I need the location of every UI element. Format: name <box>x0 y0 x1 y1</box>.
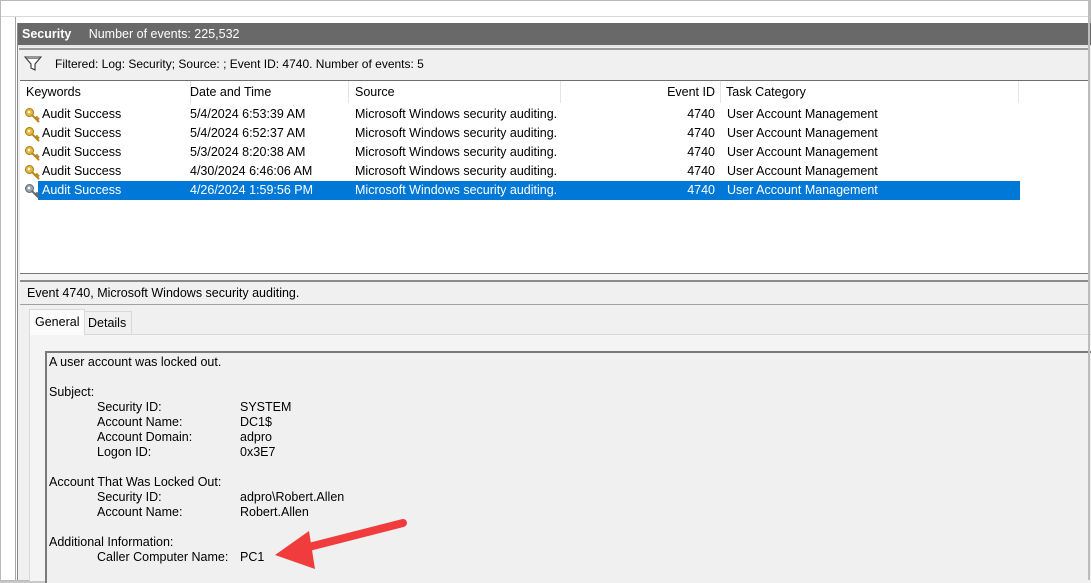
subject-account-name-label: Account Name: <box>97 415 183 429</box>
table-row[interactable]: Audit Success 4/26/2024 1:59:56 PM Micro… <box>20 181 1020 200</box>
cell-task-category: User Account Management <box>727 126 878 140</box>
table-row[interactable]: Audit Success 5/3/2024 8:20:38 AM Micros… <box>20 143 1020 162</box>
locked-account-name-label: Account Name: <box>97 505 183 519</box>
detail-header: Event 4740, Microsoft Windows security a… <box>20 282 1089 305</box>
cell-keywords: Audit Success <box>42 107 122 121</box>
log-title-bar: Security Number of events: 225,532 <box>18 23 1091 47</box>
log-name: Security <box>22 27 72 41</box>
cell-task-category: User Account Management <box>727 107 878 121</box>
key-icon <box>24 164 40 180</box>
cell-keywords: Audit Success <box>42 145 122 159</box>
column-header-date-time[interactable]: Date and Time <box>190 81 349 103</box>
cell-date-time: 4/26/2024 1:59:56 PM <box>190 183 314 197</box>
additional-info-heading: Additional Information: <box>49 535 174 549</box>
column-header-keywords[interactable]: Keywords <box>20 81 191 103</box>
cell-event-id: 4740 <box>687 183 715 197</box>
top-toolbar-strip <box>1 1 1090 17</box>
subject-account-name-value: DC1$ <box>240 415 272 429</box>
caller-computer-name-value: PC1 <box>240 550 265 564</box>
cell-date-time: 4/30/2024 6:46:06 AM <box>190 164 313 178</box>
cell-event-id: 4740 <box>687 145 715 159</box>
table-row[interactable]: Audit Success 4/30/2024 6:46:06 AM Micro… <box>20 162 1020 181</box>
locked-out-heading: Account That Was Locked Out: <box>49 475 222 489</box>
subject-logon-id-label: Logon ID: <box>97 445 152 459</box>
subject-account-domain-label: Account Domain: <box>97 430 193 444</box>
locked-security-id-label: Security ID: <box>97 490 162 504</box>
events-grid[interactable]: Keywords Date and Time Source Event ID T… <box>20 80 1089 275</box>
key-icon <box>24 126 40 142</box>
general-tab-panel: A user account was locked out. Subject: … <box>29 334 1091 583</box>
cell-source: Microsoft Windows security auditing. <box>355 145 558 159</box>
cell-keywords: Audit Success <box>42 183 122 197</box>
column-header-source[interactable]: Source <box>350 81 561 103</box>
table-row[interactable]: Audit Success 5/4/2024 6:53:39 AM Micros… <box>20 105 1020 124</box>
key-icon <box>24 107 40 123</box>
tab-details[interactable]: Details <box>82 311 133 334</box>
caller-computer-name-label: Caller Computer Name: <box>97 550 229 564</box>
left-pane-edge <box>1 17 16 580</box>
tab-general[interactable]: General <box>29 309 86 335</box>
window-right-edge <box>1088 1 1090 580</box>
cell-task-category: User Account Management <box>727 164 878 178</box>
filter-bar: Filtered: Log: Security; Source: ; Event… <box>19 48 1090 80</box>
key-icon <box>24 145 40 161</box>
funnel-icon <box>24 56 42 71</box>
cell-source: Microsoft Windows security auditing. <box>355 164 558 178</box>
grid-header: Keywords Date and Time Source Event ID T… <box>20 81 1089 103</box>
cell-source: Microsoft Windows security auditing. <box>355 126 558 140</box>
message-title: A user account was locked out. <box>49 355 222 369</box>
cell-source: Microsoft Windows security auditing. <box>355 183 558 197</box>
detail-title: Event 4740, Microsoft Windows security a… <box>27 286 300 300</box>
cell-source: Microsoft Windows security auditing. <box>355 107 558 121</box>
locked-security-id-value: adpro\Robert.Allen <box>240 490 345 504</box>
cell-event-id: 4740 <box>687 164 715 178</box>
cell-keywords: Audit Success <box>42 126 122 140</box>
subject-security-id-value: SYSTEM <box>240 400 292 414</box>
event-count: Number of events: 225,532 <box>88 27 240 41</box>
cell-task-category: User Account Management <box>727 145 878 159</box>
main-pane: Security Number of events: 225,532 Filte… <box>17 23 1091 583</box>
cell-keywords: Audit Success <box>42 164 122 178</box>
table-row[interactable]: Audit Success 5/4/2024 6:52:37 AM Micros… <box>20 124 1020 143</box>
subject-logon-id-value: 0x3E7 <box>240 445 276 459</box>
filter-description: Filtered: Log: Security; Source: ; Event… <box>55 57 424 71</box>
event-message-box[interactable]: A user account was locked out. Subject: … <box>45 351 1091 583</box>
cell-date-time: 5/4/2024 6:53:39 AM <box>190 107 306 121</box>
column-header-event-id[interactable]: Event ID <box>560 81 721 103</box>
cell-date-time: 5/3/2024 8:20:38 AM <box>190 145 306 159</box>
subject-heading: Subject: <box>49 385 95 399</box>
cell-event-id: 4740 <box>687 107 715 121</box>
red-arrow-annotation-icon <box>275 519 407 569</box>
cell-task-category: User Account Management <box>727 183 878 197</box>
subject-account-domain-value: adpro <box>240 430 272 444</box>
pane-splitter[interactable] <box>20 274 1089 282</box>
event-viewer-window: Security Number of events: 225,532 Filte… <box>0 0 1091 583</box>
cell-date-time: 5/4/2024 6:52:37 AM <box>190 126 306 140</box>
key-icon <box>24 183 40 199</box>
column-header-task-category[interactable]: Task Category <box>721 81 1019 103</box>
cell-event-id: 4740 <box>687 126 715 140</box>
subject-security-id-label: Security ID: <box>97 400 162 414</box>
